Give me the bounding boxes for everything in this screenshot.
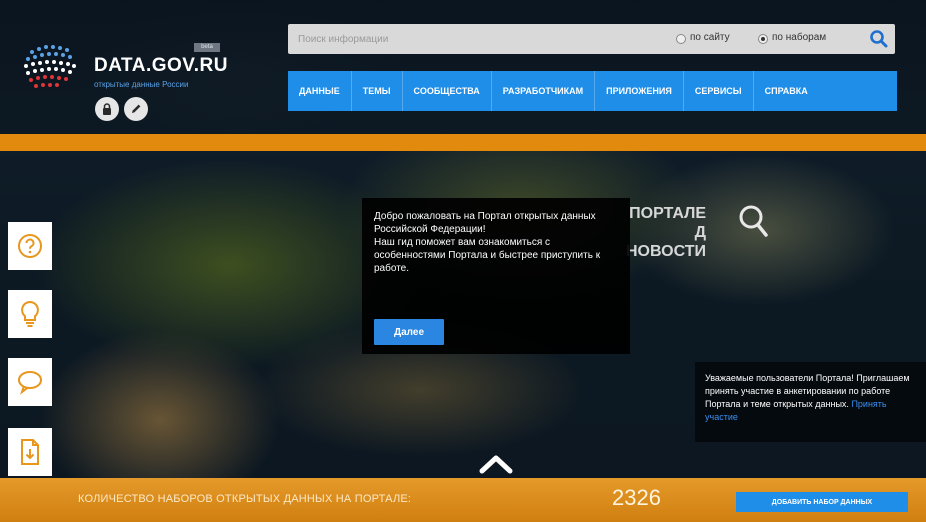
nav-applications[interactable]: ПРИЛОЖЕНИЯ	[595, 71, 684, 111]
search-icon[interactable]	[869, 29, 889, 49]
pencil-icon	[132, 104, 141, 113]
hero-search-icon[interactable]	[736, 202, 772, 240]
main-nav: ДАННЫЕ ТЕМЫ СООБЩЕСТВА РАЗРАБОТЧИКАМ ПРИ…	[288, 71, 897, 111]
survey-notice: Уважаемые пользователи Портала! Приглаша…	[695, 362, 926, 442]
lightbulb-icon	[21, 300, 39, 327]
brand-name[interactable]: DATA.GOV.RU	[94, 55, 228, 77]
add-dataset-button[interactable]: ДОБАВИТЬ НАБОР ДАННЫХ	[736, 492, 908, 512]
lock-icon	[103, 103, 111, 115]
welcome-guide-popup: Добро пожаловать на Портал открытых данн…	[362, 198, 630, 354]
chevron-up-icon[interactable]	[478, 452, 514, 474]
speech-bubble-icon	[18, 371, 42, 395]
dataset-count-label: КОЛИЧЕСТВО НАБОРОВ ОТКРЫТЫХ ДАННЫХ НА ПО…	[78, 493, 412, 505]
idea-side-button[interactable]	[8, 290, 52, 338]
upload-side-button[interactable]	[8, 428, 52, 476]
nav-communities[interactable]: СООБЩЕСТВА	[403, 71, 492, 111]
scope-site-label[interactable]: по сайту	[690, 32, 730, 43]
question-icon	[18, 234, 42, 258]
nav-topics[interactable]: ТЕМЫ	[352, 71, 403, 111]
dotted-globe-logo[interactable]	[20, 38, 90, 94]
scope-site-radio[interactable]	[676, 34, 686, 44]
search-bar: по сайту по наборам	[288, 24, 895, 54]
brand-subtitle: открытые данные России	[94, 80, 189, 89]
search-input[interactable]	[298, 30, 628, 48]
dataset-counter-bar: КОЛИЧЕСТВО НАБОРОВ ОТКРЫТЫХ ДАННЫХ НА ПО…	[0, 478, 926, 522]
next-button[interactable]: Далее	[374, 319, 444, 345]
login-button[interactable]	[95, 97, 119, 121]
scope-datasets-label[interactable]: по наборам	[772, 32, 826, 43]
beta-tag: beta	[194, 43, 220, 52]
site-header: DATA.GOV.RU beta открытые данные России …	[0, 0, 926, 134]
notice-text: Уважаемые пользователи Портала! Приглаша…	[705, 372, 921, 424]
feedback-side-button[interactable]	[8, 358, 52, 406]
help-side-button[interactable]	[8, 222, 52, 270]
nav-data[interactable]: ДАННЫЕ	[288, 71, 352, 111]
popup-text: Добро пожаловать на Портал открытых данн…	[374, 211, 601, 274]
nav-services[interactable]: СЕРВИСЫ	[684, 71, 754, 111]
nav-developers[interactable]: РАЗРАБОТЧИКАМ	[492, 71, 596, 111]
document-upload-icon	[21, 439, 39, 465]
scope-datasets-radio[interactable]	[758, 34, 768, 44]
nav-help[interactable]: СПРАВКА	[754, 71, 819, 111]
register-button[interactable]	[124, 97, 148, 121]
orange-divider	[0, 134, 926, 151]
dataset-count-value: 2326	[612, 485, 661, 510]
